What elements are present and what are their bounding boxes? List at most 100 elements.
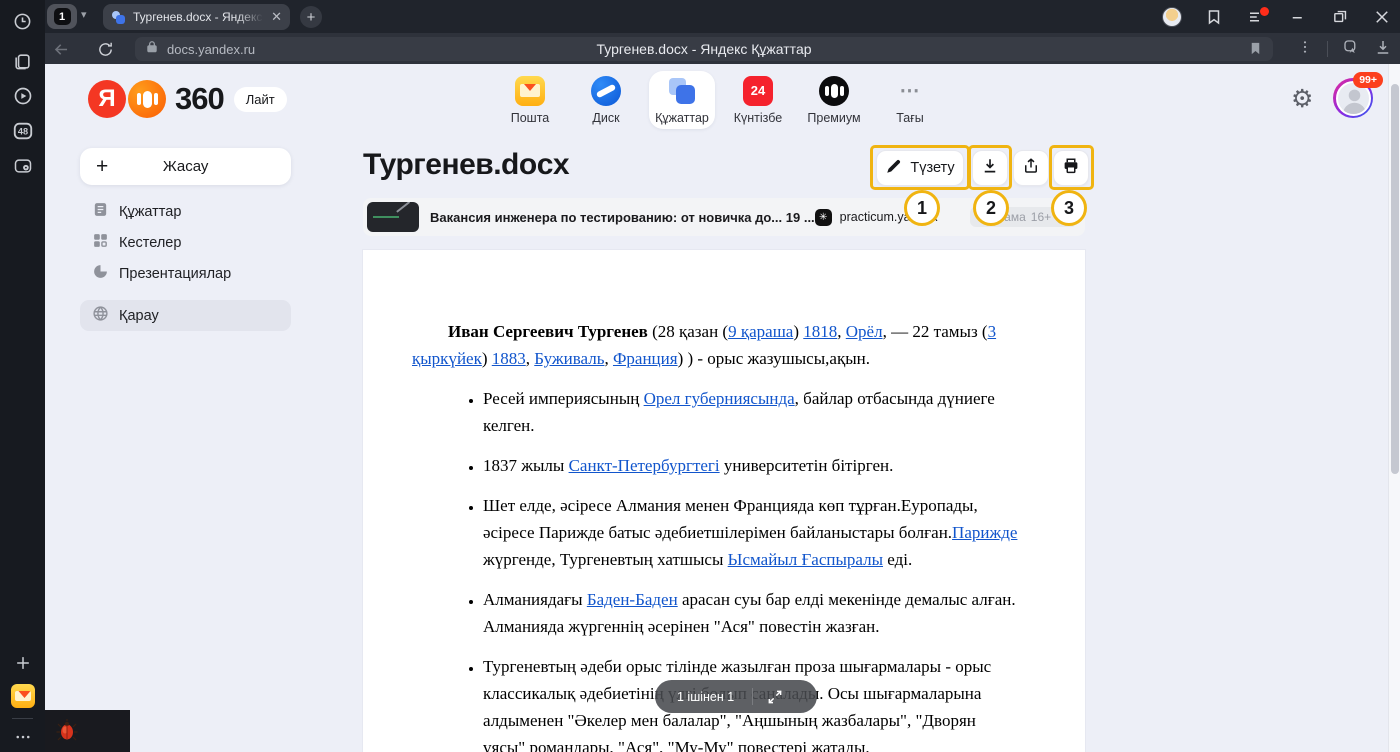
doc-text: )	[793, 322, 803, 341]
ad-thumbnail	[367, 202, 419, 232]
profile-avatar[interactable]	[1162, 7, 1182, 27]
doc-li: 1837 жылы Санкт-Петербургтегі университе…	[483, 452, 1022, 479]
doc-text: Алманиядағы	[483, 590, 587, 609]
reload-icon[interactable]	[93, 37, 117, 61]
sidebar-item-presentations[interactable]: Презентациялар	[80, 259, 291, 289]
annotation-box-2	[968, 145, 1012, 190]
gear-icon[interactable]: ⚙	[1291, 84, 1313, 114]
browser-side-strip: 48	[0, 0, 45, 752]
share-button[interactable]	[1013, 150, 1049, 186]
menu-notification-dot	[1260, 7, 1269, 16]
doc-text: (28 қазан (	[648, 322, 728, 341]
more-apps-icon: ⋯	[895, 76, 925, 106]
docs-favicon	[111, 10, 126, 25]
doc-text: ,	[604, 349, 613, 368]
kebab-menu-icon[interactable]	[1297, 39, 1313, 60]
doc-link[interactable]: Буживаль	[534, 349, 604, 368]
page-title: Тургенев.docx - Яндекс Құжаттар	[135, 41, 1273, 57]
new-tab-button[interactable]: +	[300, 6, 322, 28]
annotation-box-3	[1049, 145, 1094, 190]
apps-nav: Пошта Диск Құжаттар 24 Күнтізбе Премиум	[497, 71, 943, 129]
doc-text: Шет елде, әсіресе Алмания менен Францияд…	[483, 496, 978, 542]
url-text: docs.yandex.ru	[167, 42, 255, 57]
play-icon[interactable]	[12, 85, 34, 107]
close-button[interactable]	[1372, 7, 1392, 27]
sidebar-item-view[interactable]: Қарау	[80, 300, 291, 331]
tabs-count-badge[interactable]: 48	[12, 120, 34, 142]
globe-icon	[92, 305, 109, 327]
url-field[interactable]: docs.yandex.ru Тургенев.docx - Яндекс Құ…	[135, 37, 1273, 61]
screenshot-icon[interactable]	[12, 155, 34, 177]
doc-link[interactable]: 9 қараша	[728, 322, 793, 341]
strip-more-icon[interactable]	[12, 726, 34, 748]
annotation-number-3: 3	[1051, 190, 1087, 226]
history-icon[interactable]	[12, 10, 34, 32]
strip-add-icon[interactable]	[12, 652, 34, 674]
restore-button[interactable]	[1330, 7, 1350, 27]
address-bar: docs.yandex.ru Тургенев.docx - Яндекс Құ…	[45, 33, 1400, 64]
sidebar-nav: Құжаттар Кестелер Презентациялар Қарау	[80, 197, 291, 332]
sidebar-item-tables[interactable]: Кестелер	[80, 228, 291, 258]
doc-link[interactable]: Франция	[613, 349, 678, 368]
doc-link[interactable]: 1818	[803, 322, 837, 341]
doc-li: Ресей империясының Орел губерниясында, б…	[483, 385, 1022, 439]
share-icon	[1022, 157, 1040, 180]
sidebar-item-documents[interactable]: Құжаттар	[80, 197, 291, 227]
back-icon[interactable]	[49, 37, 73, 61]
app-calendar[interactable]: 24 Күнтізбе	[725, 71, 791, 129]
app-premium[interactable]: Премиум	[801, 71, 867, 129]
annotation-number-2: 2	[973, 190, 1009, 226]
doc-link[interactable]: Парижде	[952, 523, 1017, 542]
doc-text: Ресей империясының	[483, 389, 644, 408]
app-disk[interactable]: Диск	[573, 71, 639, 129]
doc-text: еді.	[883, 550, 912, 569]
annotation-number-1: 1	[904, 190, 940, 226]
bug-icon	[55, 719, 79, 743]
downloads-icon[interactable]	[1374, 38, 1392, 61]
doc-link[interactable]: Орёл	[846, 322, 883, 341]
docs-app-icon	[667, 76, 697, 106]
doc-link[interactable]: Ысмайыл Ғаспыралы	[728, 550, 883, 569]
svg-text:48: 48	[17, 127, 27, 137]
mail-app-icon	[515, 76, 545, 106]
scrollbar[interactable]	[1388, 64, 1400, 752]
menu-icon[interactable]	[1246, 7, 1266, 27]
doc-text: )	[482, 349, 492, 368]
tab-close-icon[interactable]: ✕	[271, 9, 282, 25]
tab-title: Тургенев.docx - Яндекс	[133, 10, 263, 24]
disk-app-icon	[591, 76, 621, 106]
mail-shortcut-icon[interactable]	[11, 684, 35, 708]
doc-link[interactable]: Орел губерниясында	[644, 389, 795, 408]
chevron-down-icon[interactable]: ▾	[81, 8, 87, 21]
document-title: Тургенев.docx	[363, 148, 569, 182]
docs-page: Я 360 Лайт Пошта Диск Құжаттар	[45, 64, 1400, 752]
doc-link[interactable]: Санкт-Петербургтегі	[569, 456, 720, 475]
pages-icon[interactable]	[12, 50, 34, 72]
annotation-box-1	[870, 145, 970, 190]
practicum-logo-icon: ✳	[815, 209, 832, 226]
doc-text: Иван Сергеевич Тургенев	[448, 322, 648, 341]
doc-link[interactable]: Баден-Баден	[587, 590, 678, 609]
extensions-icon[interactable]	[1342, 38, 1360, 61]
account-avatar[interactable]: 99+	[1333, 78, 1373, 118]
bookmarks-icon[interactable]	[1204, 7, 1224, 27]
doc-p: Иван Сергеевич Тургенев (28 қазан (9 қар…	[412, 318, 1022, 372]
minimize-button[interactable]	[1288, 7, 1308, 27]
app-docs[interactable]: Құжаттар	[649, 71, 715, 129]
browser-tab[interactable]: Тургенев.docx - Яндекс ✕	[103, 4, 290, 30]
doc-text: ,	[526, 349, 535, 368]
fullscreen-icon[interactable]	[767, 689, 783, 705]
app-mail[interactable]: Пошта	[497, 71, 563, 129]
create-button[interactable]: + Жасау	[80, 148, 291, 185]
app-more[interactable]: ⋯ Тағы	[877, 71, 943, 129]
divider	[1327, 41, 1328, 57]
doc-link[interactable]: 1883	[492, 349, 526, 368]
lock-icon	[145, 40, 159, 59]
scrollbar-thumb[interactable]	[1391, 84, 1399, 474]
bookmark-flag-icon[interactable]	[1248, 41, 1263, 61]
doc-li: Алманиядағы Баден-Баден арасан суы бар е…	[483, 586, 1022, 640]
divider	[752, 688, 753, 705]
yandex360-logo[interactable]: Я 360 Лайт	[88, 79, 287, 119]
tab-group-chip[interactable]: 1	[47, 4, 77, 29]
360-logo-icon	[128, 80, 166, 118]
